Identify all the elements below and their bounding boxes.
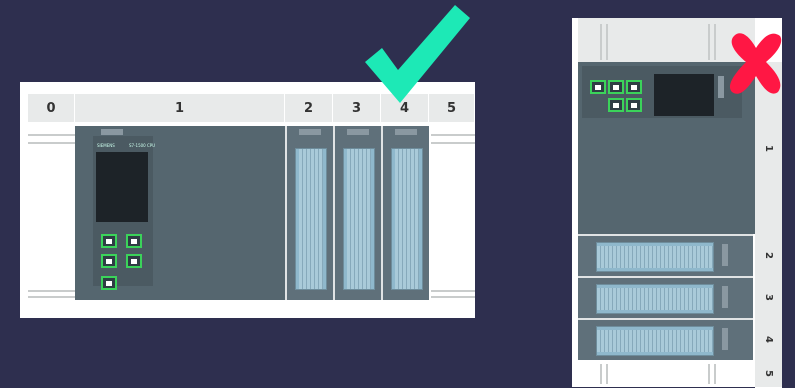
io-terminal-block	[596, 284, 714, 314]
io-module-slot-2[interactable]	[285, 126, 333, 300]
io-module-status-leds	[722, 286, 728, 308]
ethernet-port-4	[126, 254, 142, 268]
rail-slot-5-bot	[431, 296, 475, 298]
cpu-display	[96, 152, 148, 222]
rail-bottom-left	[600, 364, 602, 384]
rail-bottom-right-2	[714, 364, 716, 384]
ethernet-port-1	[590, 80, 606, 94]
slot-header-5-vertical: 5	[755, 360, 782, 388]
slot-header-2-vertical: 2	[755, 234, 782, 277]
rail-top-right	[708, 24, 710, 60]
rail-bottom-left-2	[606, 364, 608, 384]
rail-top-right-2	[714, 24, 716, 60]
slot-header-0: 0	[28, 94, 75, 122]
ethernet-port-3	[626, 80, 642, 94]
io-module-status-leds	[722, 328, 728, 350]
checkmark-icon	[365, 5, 470, 103]
cpu-module[interactable]: SIEMENS S7-1500 CPU	[75, 126, 285, 300]
rail-slot-5-mid	[431, 142, 475, 144]
cpu-status-leds	[101, 129, 123, 135]
rail-slot-0-mid	[28, 142, 75, 144]
cpu-display	[654, 74, 714, 116]
rail-slot-5-low	[431, 290, 475, 292]
profibus-port	[101, 276, 117, 290]
rail-slot-0-top	[28, 134, 75, 136]
slot-header-1: 1	[75, 94, 285, 122]
rail-slot-0-bot	[28, 296, 75, 298]
ethernet-port-4	[608, 98, 624, 112]
io-module-status-leds	[722, 244, 728, 266]
ethernet-port-3	[101, 254, 117, 268]
io-terminal-block	[596, 242, 714, 272]
io-module-status-leds	[395, 129, 417, 135]
io-terminal-block	[343, 148, 375, 290]
rail-top-left-2	[606, 24, 608, 60]
ethernet-port-5	[626, 98, 642, 112]
io-module-slot-3-vertical[interactable]	[578, 276, 753, 318]
io-module-status-leds	[299, 129, 321, 135]
slot-header-2: 2	[285, 94, 333, 122]
slot-header-4-vertical: 4	[755, 318, 782, 361]
io-module-slot-4-vertical[interactable]	[578, 318, 753, 360]
horizontal-rack-panel: 0 1 2 3 4 5 SIEMENS S7-1500 CPU	[20, 82, 475, 318]
rail-slot-5-top	[431, 134, 475, 136]
cross-icon	[729, 33, 782, 94]
rail-bottom-right	[708, 364, 710, 384]
io-module-status-leds	[347, 129, 369, 135]
cpu-status-leds	[718, 76, 724, 98]
io-module-slot-2-vertical[interactable]	[578, 234, 753, 276]
cpu-brand-label: SIEMENS	[97, 143, 115, 148]
io-terminal-block	[295, 148, 327, 290]
ethernet-port-2	[126, 234, 142, 248]
io-terminal-block	[596, 326, 714, 356]
io-module-slot-3[interactable]	[333, 126, 381, 300]
cpu-model-label: S7-1500 CPU	[129, 143, 156, 148]
ethernet-port-2	[608, 80, 624, 94]
rail-slot-0-low	[28, 290, 75, 292]
io-module-slot-4[interactable]	[381, 126, 429, 300]
slot-header-3-vertical: 3	[755, 276, 782, 319]
rail-top-left	[600, 24, 602, 60]
ethernet-port-1	[101, 234, 117, 248]
io-terminal-block	[391, 148, 423, 290]
